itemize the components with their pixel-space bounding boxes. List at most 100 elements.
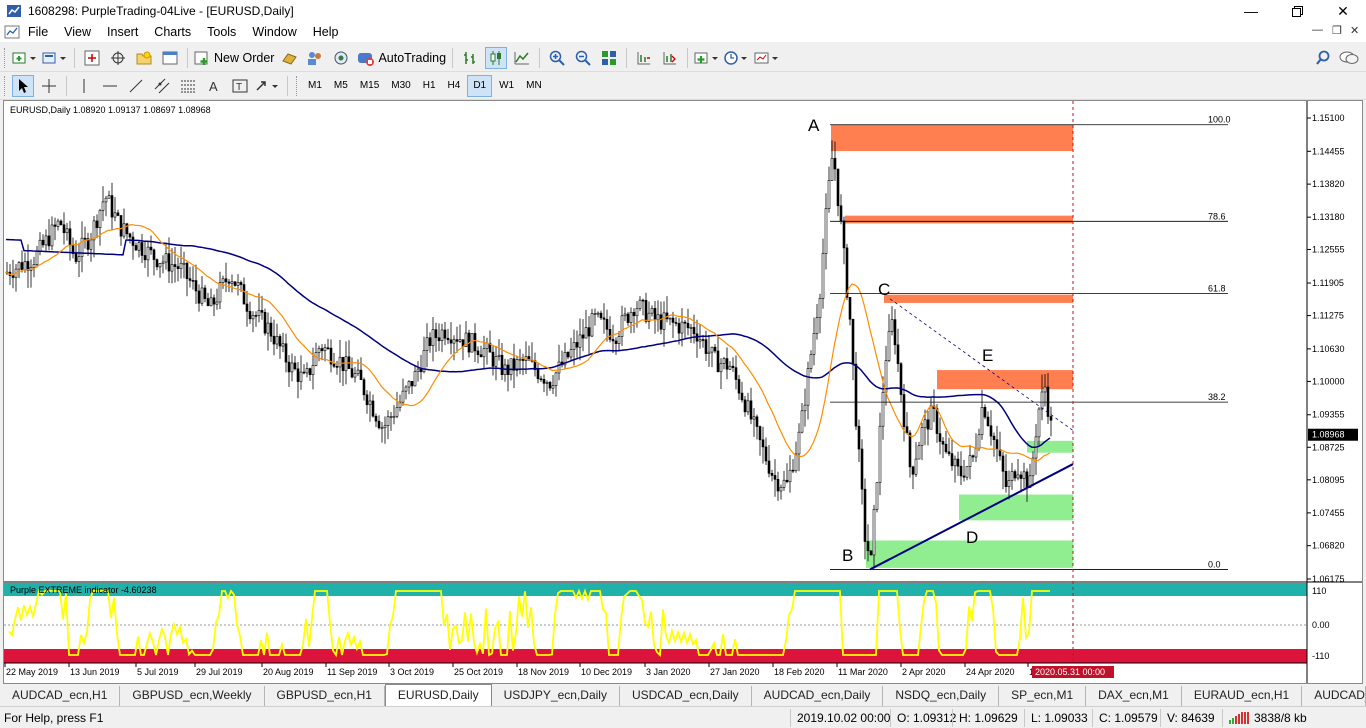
auto-scroll-button[interactable] (659, 47, 681, 69)
timeframe-m1[interactable]: M1 (303, 75, 327, 97)
candle-body (74, 253, 78, 262)
timeframe-w1[interactable]: W1 (494, 75, 519, 97)
candle-body (50, 224, 54, 247)
signals-button[interactable] (304, 47, 326, 69)
title-bar: 1608298: PurpleTrading-04Live - [EURUSD,… (0, 0, 1366, 22)
mdi-close-button[interactable]: ✕ (1350, 24, 1359, 37)
candle-body (170, 264, 174, 272)
chat-icon (1339, 51, 1359, 64)
horizontal-line-button[interactable] (99, 75, 121, 97)
tab-nsdq-daily[interactable]: NSDQ_ecn,Daily (883, 686, 1000, 706)
tab-usdjpy-daily[interactable]: USDJPY_ecn,Daily (492, 686, 620, 706)
trendline-button[interactable] (125, 75, 147, 97)
timeframe-mn[interactable]: MN (521, 75, 547, 97)
candlestick-button[interactable] (485, 46, 508, 69)
candle-body (701, 339, 705, 341)
candle-body (215, 301, 219, 305)
candle-body (332, 363, 336, 367)
candle-body (296, 368, 300, 382)
periods-button[interactable] (724, 47, 750, 69)
new-order-button[interactable]: New Order (194, 47, 274, 69)
minimize-button[interactable]: — (1228, 0, 1274, 22)
price-tick-label: 1.12555 (1312, 244, 1345, 254)
new-chart-button[interactable] (12, 47, 38, 69)
candle-body (335, 366, 339, 368)
price-chart[interactable]: 100.0 78.6 61.8 38.2 0.0 A B C D E 110 0.00 -110 Pu… (4, 101, 1362, 683)
candle-body (737, 379, 741, 394)
indicators-button[interactable] (694, 47, 720, 69)
chart-window[interactable]: 100.0 78.6 61.8 38.2 0.0 A B C D E 110 0.00 -110 Pu… (3, 100, 1363, 684)
menu-charts[interactable]: Charts (146, 22, 199, 42)
tab-gbpusd-weekly[interactable]: GBPUSD_ecn,Weekly (120, 686, 265, 706)
price-tick-label: 1.06820 (1312, 541, 1345, 551)
chart-window-icon[interactable] (4, 24, 20, 40)
supply-zone-e (937, 370, 1073, 390)
timeframe-h4[interactable]: H4 (443, 75, 466, 97)
fibonacci-button[interactable] (177, 75, 199, 97)
tile-windows-button[interactable] (598, 47, 620, 69)
mdi-restore-button[interactable]: ❐ (1332, 24, 1342, 37)
expert-advisors-button[interactable] (278, 47, 300, 69)
timeframe-h1[interactable]: H1 (418, 75, 441, 97)
autotrading-button[interactable]: AutoTrading (356, 47, 446, 69)
chart-shift-button[interactable] (633, 47, 655, 69)
search-button[interactable] (1312, 47, 1334, 69)
data-window-button[interactable] (107, 47, 129, 69)
navigator-button[interactable] (133, 47, 155, 69)
tab-sp-m1[interactable]: SP_ecn,M1 (999, 686, 1087, 706)
cursor-button[interactable] (12, 74, 34, 97)
timeframe-m30[interactable]: M30 (386, 75, 415, 97)
tab-gbpusd-h1[interactable]: GBPUSD_ecn,H1 (265, 686, 385, 706)
text-button[interactable]: A (203, 75, 225, 97)
horizontal-line-icon (103, 85, 117, 86)
tab-eurusd-daily[interactable]: EURUSD,Daily (384, 684, 492, 706)
crosshair-button[interactable] (38, 75, 60, 97)
profiles-button[interactable] (42, 47, 68, 69)
arrows-button[interactable] (255, 75, 281, 97)
close-button[interactable]: ✕ (1320, 0, 1366, 22)
tab-audcad-daily[interactable]: AUDCAD_ecn,Daily (752, 686, 884, 706)
candle-body (77, 256, 81, 262)
date-tick-label: 18 Feb 2020 (774, 667, 825, 677)
tab-usdcad-daily[interactable]: USDCAD_ecn,Daily (620, 686, 752, 706)
vertical-line-icon (83, 78, 85, 93)
mdi-minimize-button[interactable]: — (1312, 24, 1323, 36)
candle-body (230, 281, 234, 284)
candle-body (299, 371, 303, 382)
tab-dax-m1[interactable]: DAX_ecn,M1 (1086, 686, 1182, 706)
terminal-button[interactable] (159, 47, 181, 69)
zoom-out-button[interactable] (572, 47, 594, 69)
market-watch-button[interactable] (81, 47, 103, 69)
candle-body (17, 262, 21, 270)
menu-view[interactable]: View (56, 22, 99, 42)
templates-button[interactable] (754, 47, 780, 69)
channel-button[interactable] (151, 75, 173, 97)
tab-audcad-m30[interactable]: AUDCAD_ecn,M30 (1302, 686, 1366, 706)
bar-chart-button[interactable] (459, 47, 481, 69)
tab-audcad-h1[interactable]: AUDCAD_ecn,H1 (0, 686, 121, 706)
candle-body (443, 329, 447, 339)
line-chart-button[interactable] (511, 47, 533, 69)
status-connection[interactable]: 3838/8 kb (1222, 708, 1313, 727)
candle-body (686, 322, 690, 329)
candle-body (395, 407, 399, 417)
vertical-line-button[interactable] (73, 75, 95, 97)
timeframe-m5[interactable]: M5 (329, 75, 353, 97)
zoom-in-button[interactable] (546, 47, 568, 69)
tab-euraud-h1[interactable]: EURAUD_ecn,H1 (1182, 686, 1303, 706)
timeframe-m15[interactable]: M15 (355, 75, 384, 97)
timeframe-d1[interactable]: D1 (467, 74, 493, 97)
maximize-button[interactable] (1274, 0, 1320, 22)
candle-body (101, 201, 105, 211)
menu-file[interactable]: File (20, 22, 56, 42)
menu-tools[interactable]: Tools (199, 22, 244, 42)
chat-button[interactable] (1338, 47, 1360, 69)
market-button[interactable] (330, 47, 352, 69)
menu-window[interactable]: Window (244, 22, 304, 42)
candle-body (722, 358, 726, 364)
candle-body (179, 262, 183, 270)
candle-body (989, 425, 993, 437)
menu-insert[interactable]: Insert (99, 22, 146, 42)
text-label-button[interactable]: T (229, 75, 251, 97)
menu-help[interactable]: Help (305, 22, 347, 42)
